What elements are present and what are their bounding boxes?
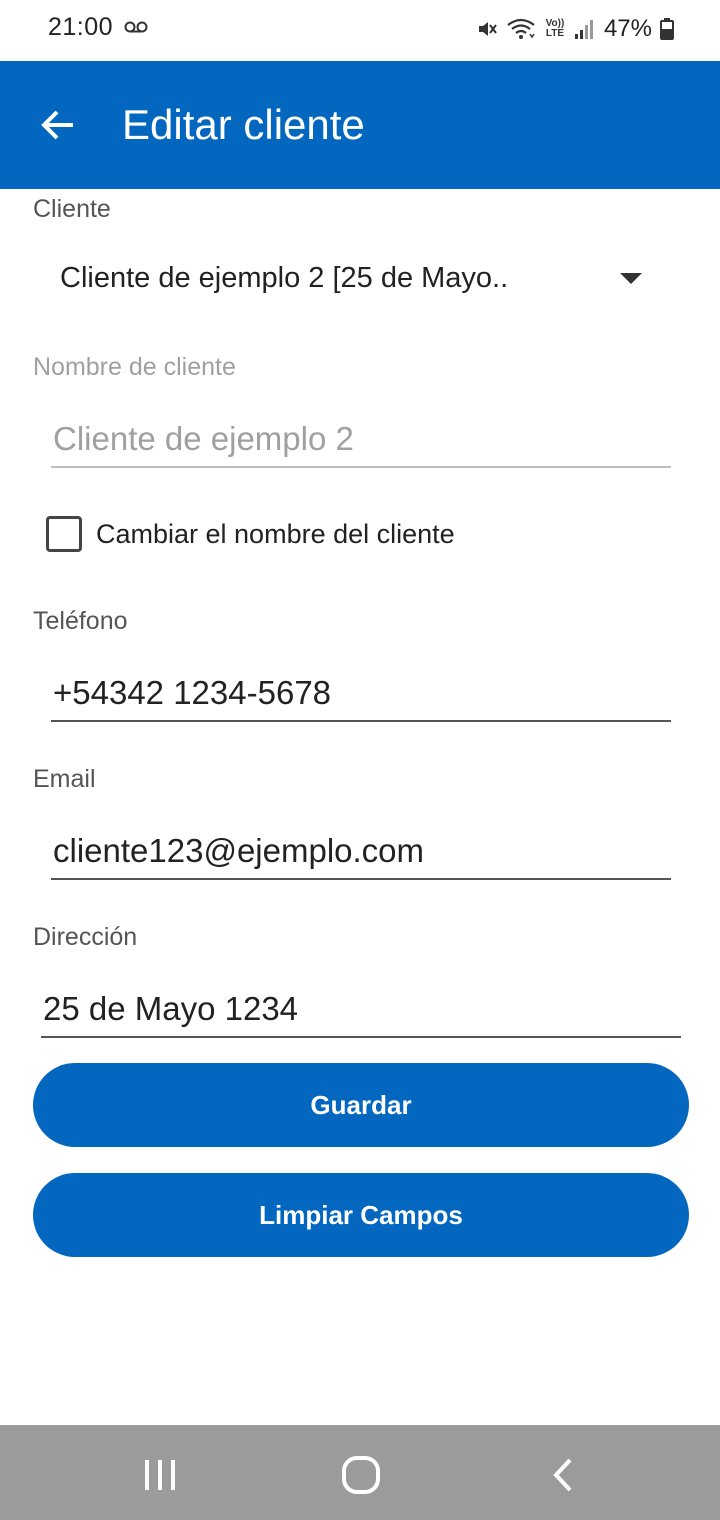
recents-button[interactable] bbox=[130, 1445, 190, 1505]
limpiar-campos-button-label: Limpiar Campos bbox=[259, 1199, 463, 1230]
cliente-spinner[interactable]: Cliente de ejemplo 2 [25 de Mayo.. bbox=[33, 236, 673, 322]
direccion-input[interactable] bbox=[41, 982, 681, 1036]
wifi-icon bbox=[507, 18, 535, 39]
cambiar-nombre-label: Cambiar el nombre del cliente bbox=[96, 518, 455, 549]
nombre-field bbox=[51, 412, 671, 468]
email-field[interactable] bbox=[51, 824, 671, 880]
telefono-input[interactable] bbox=[51, 666, 671, 720]
signal-icon bbox=[574, 20, 593, 39]
cambiar-nombre-checkbox[interactable] bbox=[46, 516, 82, 552]
nombre-label: Nombre de cliente bbox=[33, 353, 236, 381]
nombre-input bbox=[51, 412, 671, 466]
system-back-button[interactable] bbox=[533, 1445, 593, 1505]
email-input[interactable] bbox=[51, 824, 671, 878]
guardar-button[interactable]: Guardar bbox=[33, 1063, 689, 1147]
cliente-selected-value: Cliente de ejemplo 2 [25 de Mayo.. bbox=[60, 262, 509, 294]
battery-icon bbox=[660, 18, 674, 40]
arrow-left-icon bbox=[41, 110, 73, 140]
back-button[interactable] bbox=[30, 97, 86, 153]
status-time: 21:00 bbox=[48, 13, 114, 41]
direccion-label: Dirección bbox=[33, 923, 138, 951]
back-icon bbox=[553, 1458, 572, 1492]
direccion-field[interactable] bbox=[41, 982, 681, 1038]
app-bar: Editar cliente bbox=[0, 61, 720, 189]
battery-percent: 47% bbox=[603, 15, 652, 42]
mute-icon bbox=[478, 22, 497, 36]
recents-icon bbox=[145, 1460, 175, 1490]
status-bar: 21:00 Vo)) LTE 47% bbox=[0, 0, 720, 60]
home-button[interactable] bbox=[331, 1445, 391, 1505]
telefono-label: Teléfono bbox=[33, 607, 128, 635]
voicemail-icon bbox=[124, 21, 148, 33]
dropdown-arrow-icon bbox=[620, 273, 642, 284]
guardar-button-label: Guardar bbox=[310, 1089, 412, 1120]
navigation-bar bbox=[0, 1425, 720, 1520]
telefono-field[interactable] bbox=[51, 666, 671, 722]
home-icon bbox=[342, 1456, 380, 1494]
email-label: Email bbox=[33, 765, 96, 793]
status-icons: Vo)) LTE 47% bbox=[476, 14, 674, 44]
volte-bottom: LTE bbox=[545, 28, 565, 39]
volte-icon: Vo)) LTE bbox=[544, 19, 566, 39]
limpiar-campos-button[interactable]: Limpiar Campos bbox=[33, 1173, 689, 1257]
page-title: Editar cliente bbox=[122, 101, 365, 148]
cambiar-nombre-row[interactable]: Cambiar el nombre del cliente bbox=[46, 514, 455, 554]
cliente-label: Cliente bbox=[33, 195, 111, 223]
